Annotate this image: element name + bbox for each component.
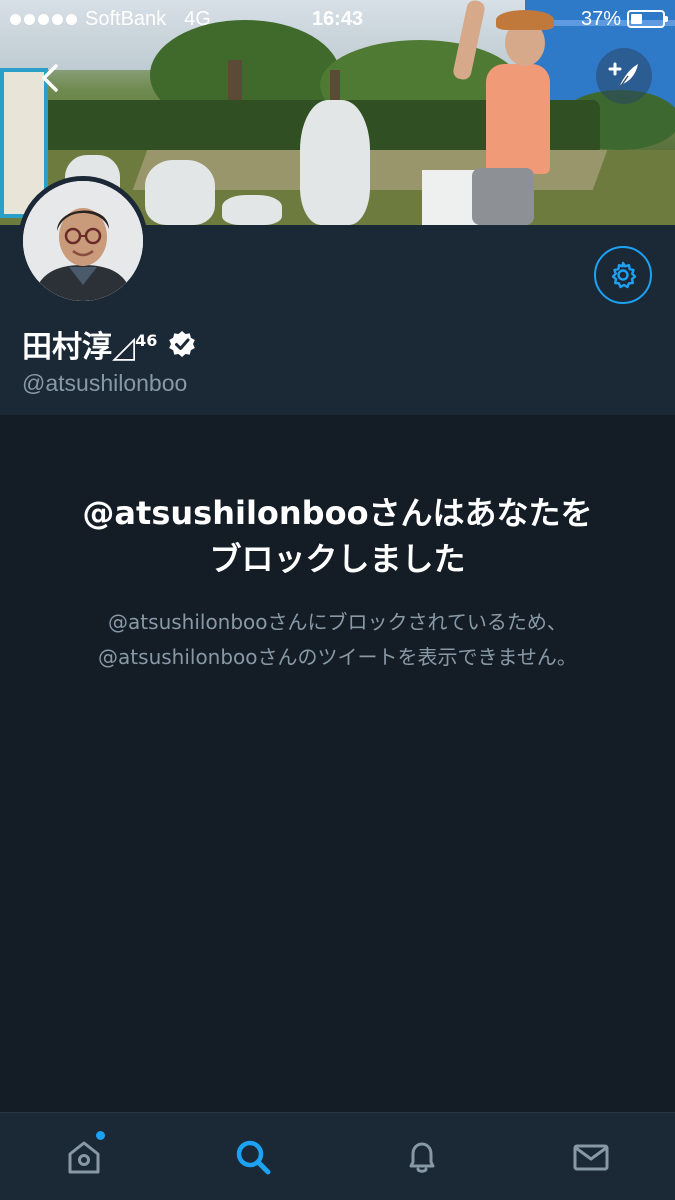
profile-settings-button[interactable]: [594, 246, 652, 304]
compose-feather-icon: [608, 62, 638, 91]
home-icon: [68, 1141, 100, 1173]
search-icon: [236, 1140, 271, 1174]
blocked-title: @atsushilonbooさんはあなたを ブロックしました: [30, 490, 645, 582]
gear-icon: [611, 261, 637, 289]
profile-name-row: 田村淳◿46: [22, 322, 197, 366]
signal-strength-icon: [10, 13, 77, 25]
banner-cutout: [145, 160, 215, 225]
display-name-superscript: 46: [135, 331, 158, 350]
banner-cutout: [222, 195, 282, 225]
profile-handle: @atsushilonboo: [22, 370, 188, 396]
status-bar: SoftBank 4G 16:43 37%: [0, 0, 675, 38]
blocked-message-panel: @atsushilonbooさんはあなたを ブロックしました @atsushil…: [0, 415, 675, 1112]
battery-fill: [631, 14, 643, 24]
tab-notifications[interactable]: [338, 1113, 507, 1200]
blocked-title-line: ブロックしました: [209, 540, 466, 578]
blocked-subtitle-line: @atsushilonbooさんにブロックされているため、: [108, 610, 567, 634]
banner-person-legs: [472, 168, 534, 225]
verified-badge-icon: [167, 329, 197, 359]
mail-icon: [573, 1144, 609, 1170]
compose-tweet-button[interactable]: [596, 48, 652, 104]
notification-dot: [96, 1131, 105, 1140]
tab-messages[interactable]: [506, 1113, 675, 1200]
battery-percentage: 37%: [580, 7, 621, 30]
banner-person-body: [486, 64, 550, 174]
tab-search[interactable]: [169, 1113, 338, 1200]
network-type: 4G: [184, 7, 211, 30]
tab-home[interactable]: [0, 1113, 169, 1200]
carrier-name: SoftBank: [85, 7, 167, 30]
back-button[interactable]: [30, 58, 70, 98]
display-name: 田村淳◿46: [22, 322, 157, 366]
chevron-left-icon: [42, 64, 58, 92]
bell-icon: [409, 1142, 435, 1173]
avatar-portrait: [23, 181, 143, 301]
blocked-subtitle-line: @atsushilonbooさんのツイートを表示できません。: [98, 645, 577, 669]
avatar[interactable]: [18, 176, 148, 306]
bottom-tab-bar: [0, 1112, 675, 1200]
blocked-subtitle: @atsushilonbooさんにブロックされているため、 @atsushilo…: [30, 605, 645, 675]
blocked-title-line: @atsushilonbooさんはあなたを: [82, 494, 593, 532]
battery-icon: [627, 10, 668, 28]
banner-cutout: [300, 100, 370, 225]
display-name-text: 田村淳◿: [22, 330, 136, 365]
